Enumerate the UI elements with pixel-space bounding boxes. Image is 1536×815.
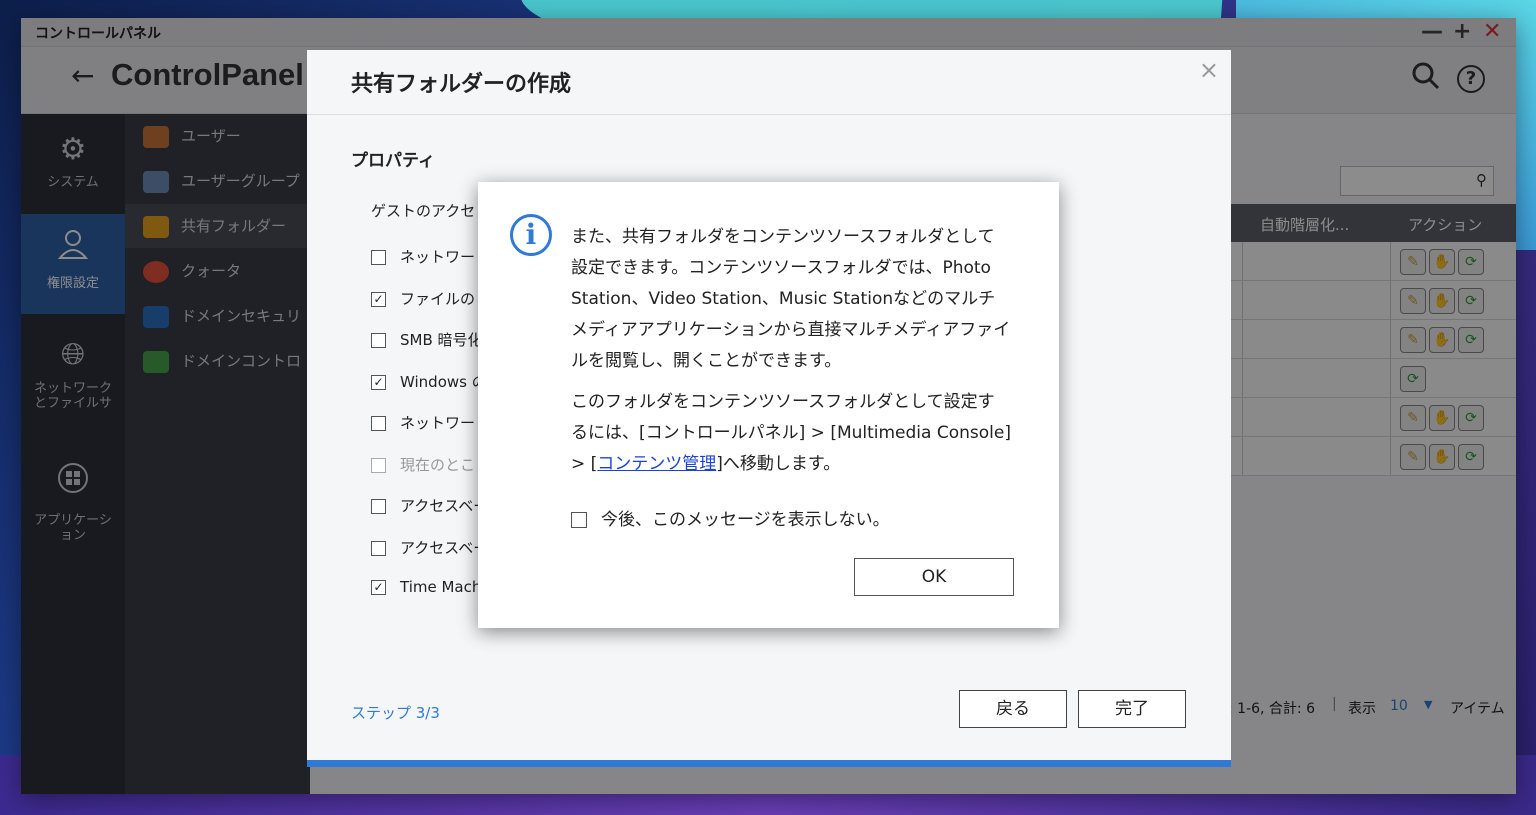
ok-button[interactable]: OK [854,558,1014,596]
message-paragraph-2: このフォルダをコンテンツソースフォルダとして設定するには、[コントロールパネル]… [571,392,1011,474]
checkbox[interactable] [571,512,587,528]
checkbox[interactable] [371,416,386,431]
option-checkbox[interactable]: ✓ ファイルの [371,288,475,309]
info-icon: i [510,214,552,256]
option-checkbox[interactable]: ネットワー [371,412,475,433]
step-indicator: ステップ 3/3 [351,704,440,722]
close-icon[interactable]: × [1199,56,1219,84]
option-checkbox[interactable]: アクセスベー [371,537,488,558]
checkbox[interactable]: ✓ [371,580,386,595]
message-paragraph-1: また、共有フォルダをコンテンツソースフォルダとして設定できます。コンテンツソース… [571,227,1011,371]
checkbox[interactable] [371,333,386,348]
section-title: プロパティ [351,151,435,171]
guest-access-label: ゲストのアクセ [371,202,476,220]
finish-button[interactable]: 完了 [1078,690,1186,728]
checkbox[interactable] [371,250,386,265]
option-checkbox[interactable]: SMB 暗号化 [371,329,483,350]
divider [307,114,1231,115]
back-button[interactable]: 戻る [959,690,1067,728]
option-checkbox[interactable]: ✓ Time Machi [371,578,486,596]
checkbox[interactable]: ✓ [371,374,386,390]
option-checkbox[interactable]: ✓ Windows の [371,371,487,392]
info-dialog: i また、共有フォルダをコンテンツソースフォルダとして設定できます。コンテンツソ… [478,182,1059,628]
wizard-title: 共有フォルダーの作成 [351,72,572,97]
checkbox [371,457,386,473]
option-checkbox[interactable]: アクセスベー [371,495,488,516]
content-management-link[interactable]: コンテンツ管理 [597,454,716,474]
checkbox[interactable] [371,540,386,556]
option-checkbox: 現在のとこ [371,454,475,475]
option-checkbox[interactable]: ネットワー [371,246,475,267]
checkbox[interactable]: ✓ [371,291,386,307]
checkbox[interactable] [371,499,386,514]
dont-show-again-checkbox[interactable]: 今後、このメッセージを表示しない。 [571,505,890,530]
info-message: また、共有フォルダをコンテンツソースフォルダとして設定できます。コンテンツソース… [571,222,1011,490]
